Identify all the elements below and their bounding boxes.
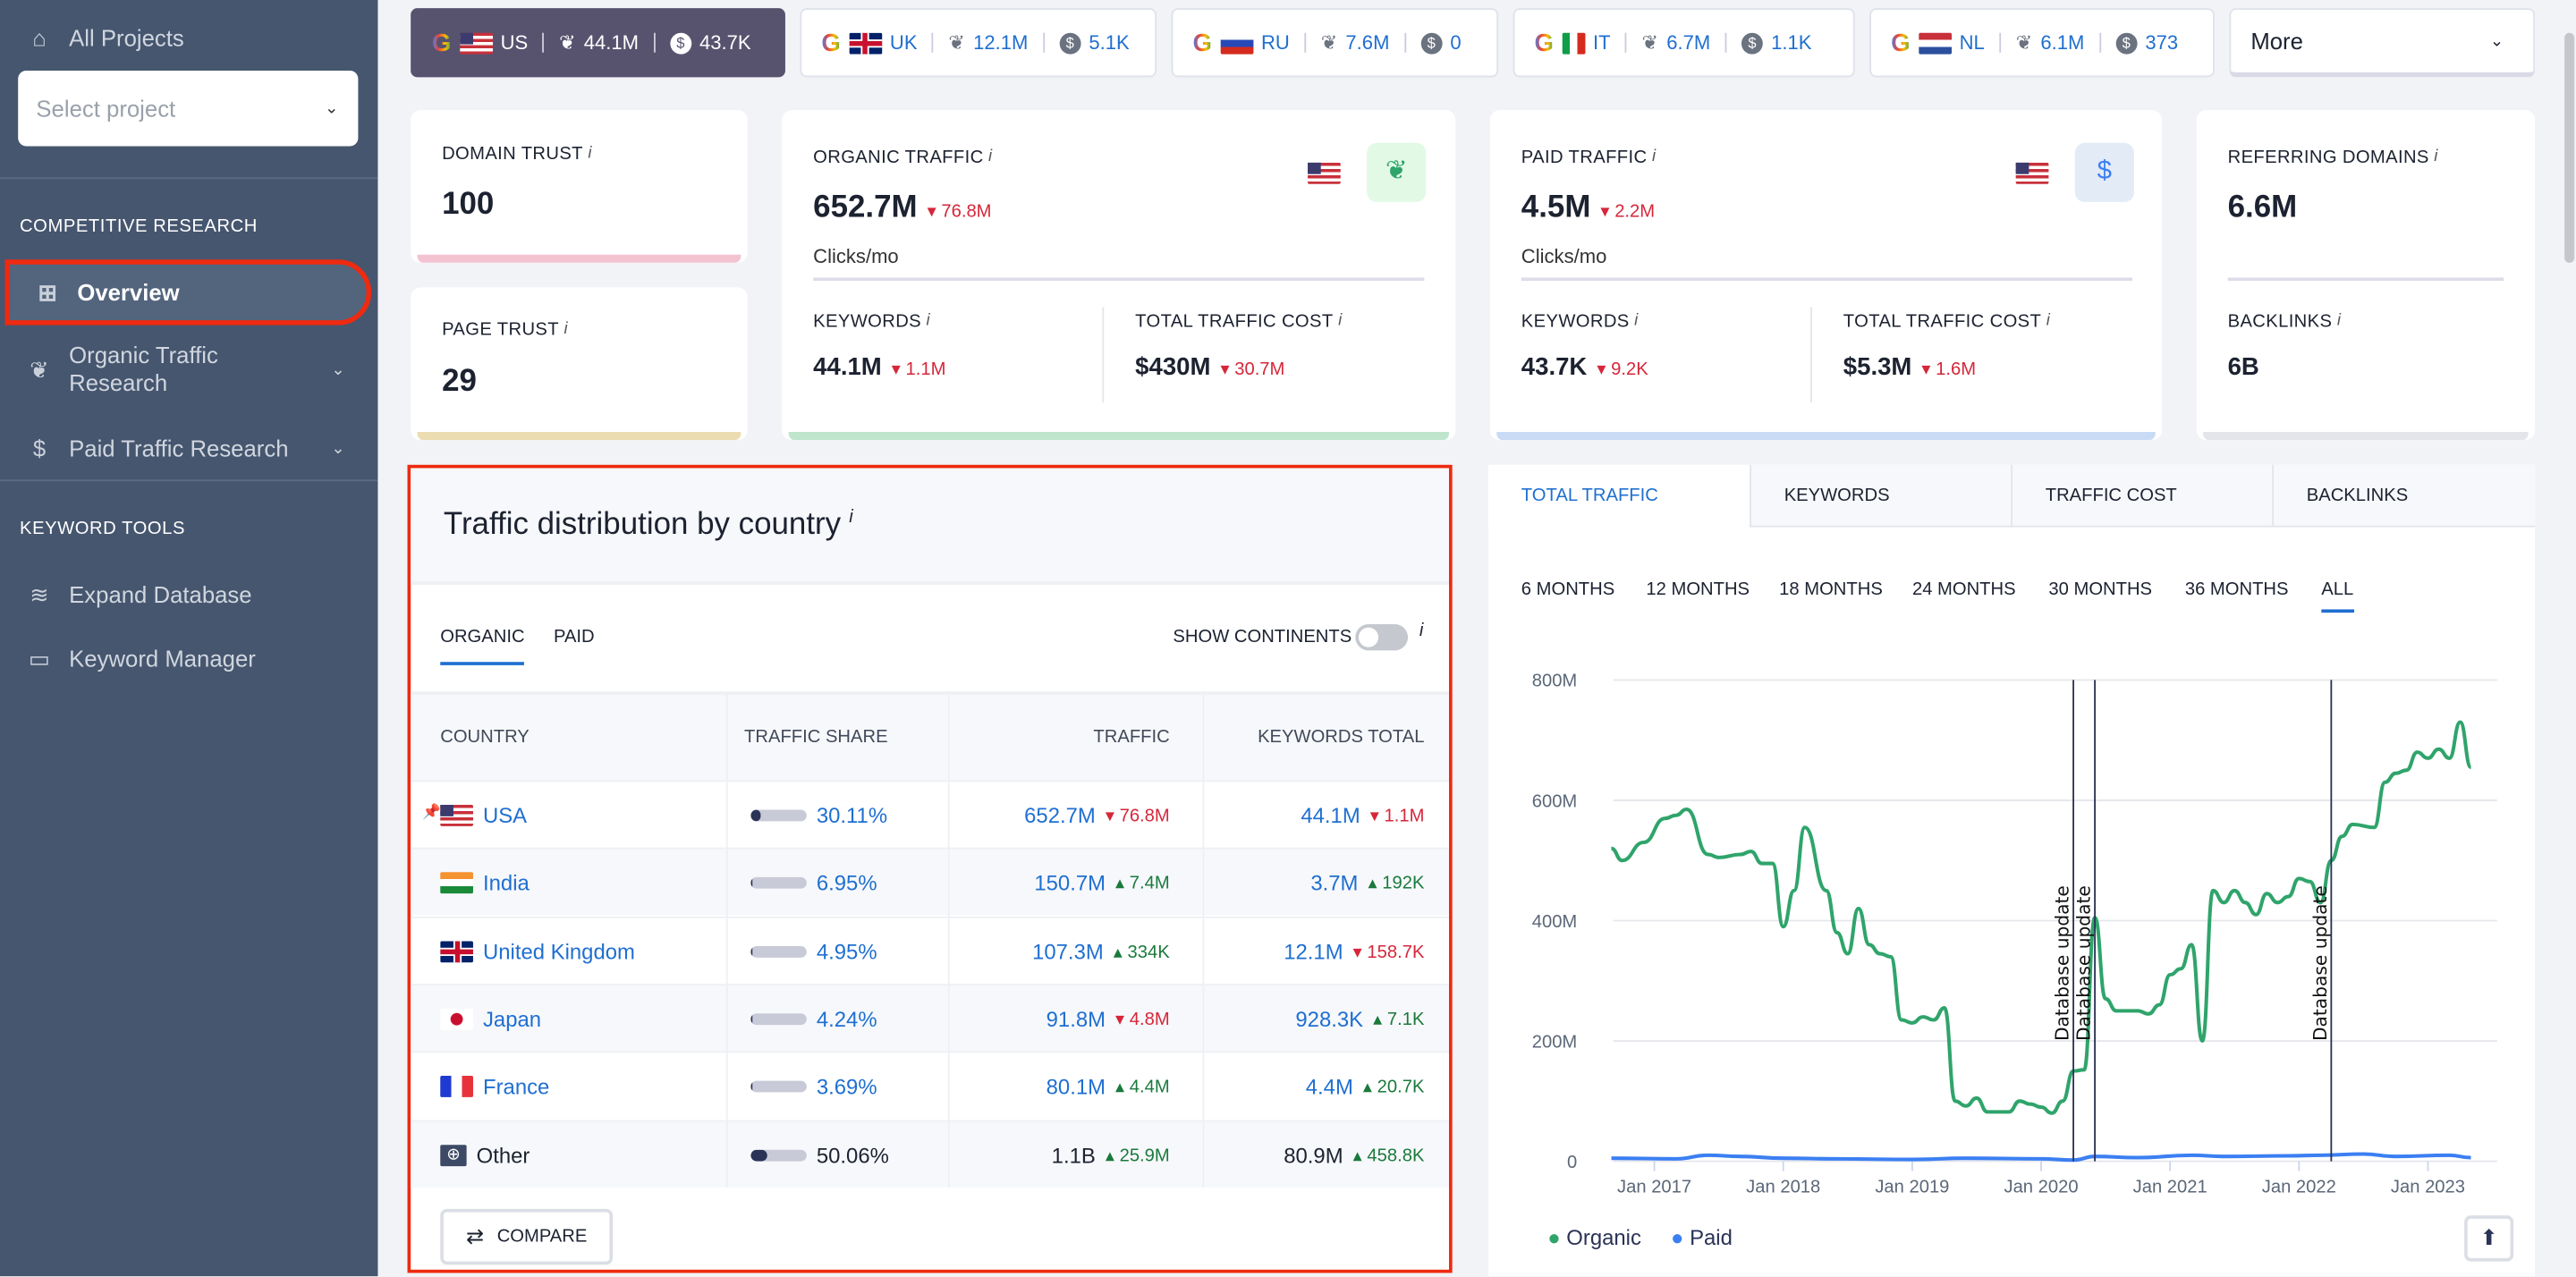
x-tick-label: Jan 2017 xyxy=(1617,1177,1691,1197)
series-line-organic xyxy=(1610,720,2473,1115)
x-tick-label: Jan 2023 xyxy=(2391,1177,2465,1197)
y-tick-label: 0 xyxy=(1567,1153,1577,1172)
y-tick-label: 400M xyxy=(1532,912,1578,932)
annotation-label: Database update xyxy=(2073,885,2095,1041)
y-tick-label: 800M xyxy=(1532,672,1578,691)
x-tick-label: Jan 2020 xyxy=(2004,1177,2078,1197)
traffic-chart: 0 200M 400M 600M 800M Jan 2017 Jan 2018 Jan 201… xyxy=(1532,672,2497,1197)
x-tick-label: Jan 2022 xyxy=(2262,1177,2336,1197)
x-tick-label: Jan 2021 xyxy=(2133,1177,2207,1197)
y-tick-label: 600M xyxy=(1532,791,1578,811)
series-line-paid xyxy=(1611,1152,2471,1163)
scrollbar[interactable] xyxy=(2563,0,2576,1277)
x-tick-label: Jan 2018 xyxy=(1746,1177,1820,1197)
annotation-label: Database update xyxy=(2309,885,2331,1041)
x-tick-label: Jan 2019 xyxy=(1875,1177,1949,1197)
annotation-label: Database update xyxy=(2052,885,2073,1041)
y-tick-label: 200M xyxy=(1532,1032,1578,1052)
